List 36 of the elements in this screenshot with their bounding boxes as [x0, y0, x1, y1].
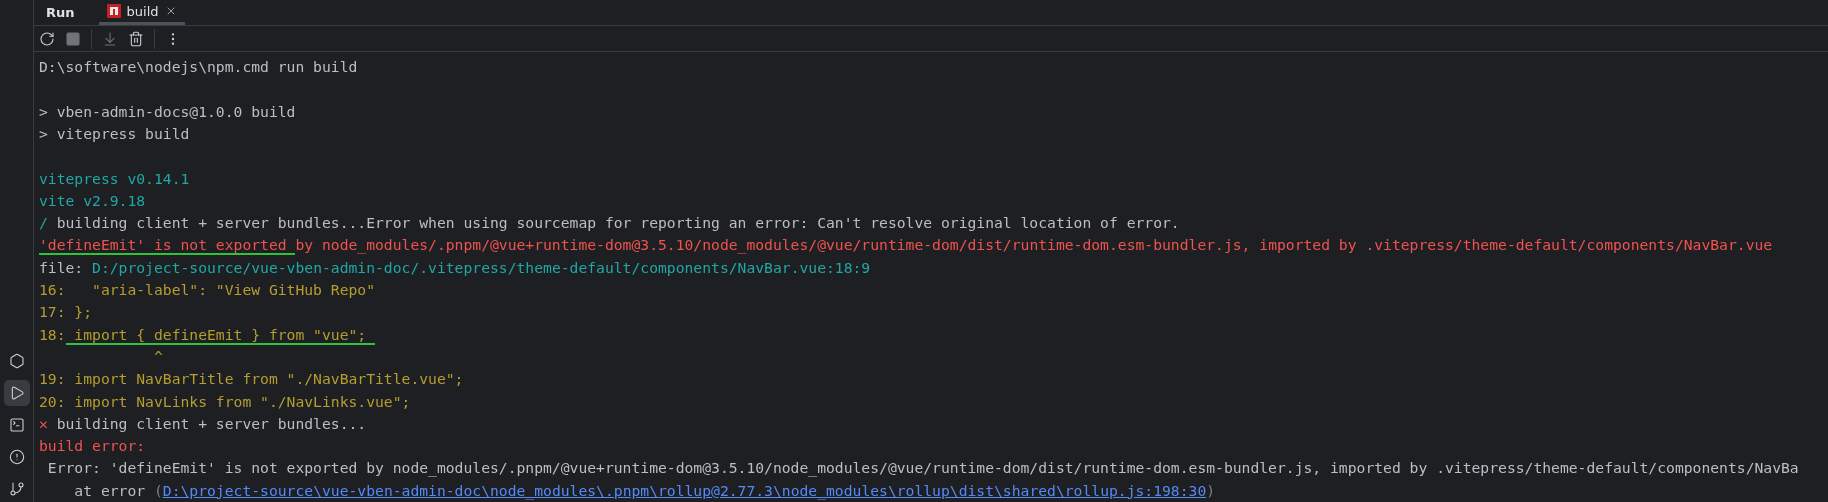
terminal-icon[interactable] [8, 417, 25, 433]
console-text: file: [39, 258, 85, 276]
underlined-text: import { defineEmit } from "vue"; [65, 325, 376, 345]
console-text: ( [153, 481, 163, 499]
console-text: > vben-admin-docs@1.0.0 build [39, 102, 296, 120]
console-text: building client + server bundles...Error when using sourcemap for reporting an error: Can't resolve original location of error. [55, 214, 1180, 232]
console-text: / [39, 214, 48, 232]
console-text: at error [73, 481, 147, 499]
code-text: 18: [39, 325, 66, 343]
code-text: 16: "aria-label": "View GitHub Repo" [39, 281, 376, 299]
console-text: building client + server bundles... [55, 414, 367, 432]
problems-icon[interactable] [8, 449, 25, 465]
code-text: 17: }; [39, 303, 93, 321]
npm-icon [106, 4, 121, 18]
console-text: vitepress v0.14.1 [39, 169, 190, 187]
code-text: 19: import NavBarTitle from "./NavBarTitle.vue"; [39, 370, 464, 388]
trash-icon[interactable] [128, 30, 144, 47]
file-link[interactable]: D:\project-source\vue-vben-admin-doc\node_modules\.pnpm\rollup@2.77.3\node_modules\rollup\dist\shared\rollup.js:198:30 [162, 481, 1207, 499]
console-text: D:\software\nodejs\npm.cmd run build [39, 58, 358, 76]
error-text: build error: [39, 437, 146, 455]
tool-window-title: Run [46, 4, 76, 22]
console-text: D:/project-source/vue-vben-admin-doc/.vitepress/theme-default/components/NavBar.vue:18:9 [92, 258, 871, 276]
error-text: ✕ [39, 414, 48, 432]
tab-label: build [126, 3, 159, 19]
tab[interactable]: build [98, 0, 185, 26]
console-text: > vitepress build [39, 124, 190, 142]
git-branch-icon[interactable] [8, 481, 25, 497]
underlined-text: 'defineEmit' is not exported [39, 236, 296, 256]
error-text: by node_modules/.pnpm/@vue+runtime-dom@3.5.10/node_modules/@vue/runtime-dom/dist/runtime-dom.esm-bundler.js, imported by .vitepress/theme-default/components/NavBar.vue [295, 236, 1773, 254]
code-text: 20: import NavLinks from "./NavLinks.vue"; [39, 392, 411, 410]
code-text: ^ [152, 347, 163, 365]
run-button[interactable] [3, 380, 30, 406]
console-text: ) [1206, 481, 1216, 499]
console-text: vite v2.9.18 [39, 191, 146, 209]
rerun-icon[interactable] [39, 30, 55, 47]
console-text: Error: 'defineEmit' is not exported by node_modules/.pnpm/@vue+runtime-dom@3.5.10/node_modules/@vue/runtime-dom/dist/runtime-dom.esm-bundler.js, imported by .vitepress/theme-default/components/NavBa [46, 459, 1799, 477]
